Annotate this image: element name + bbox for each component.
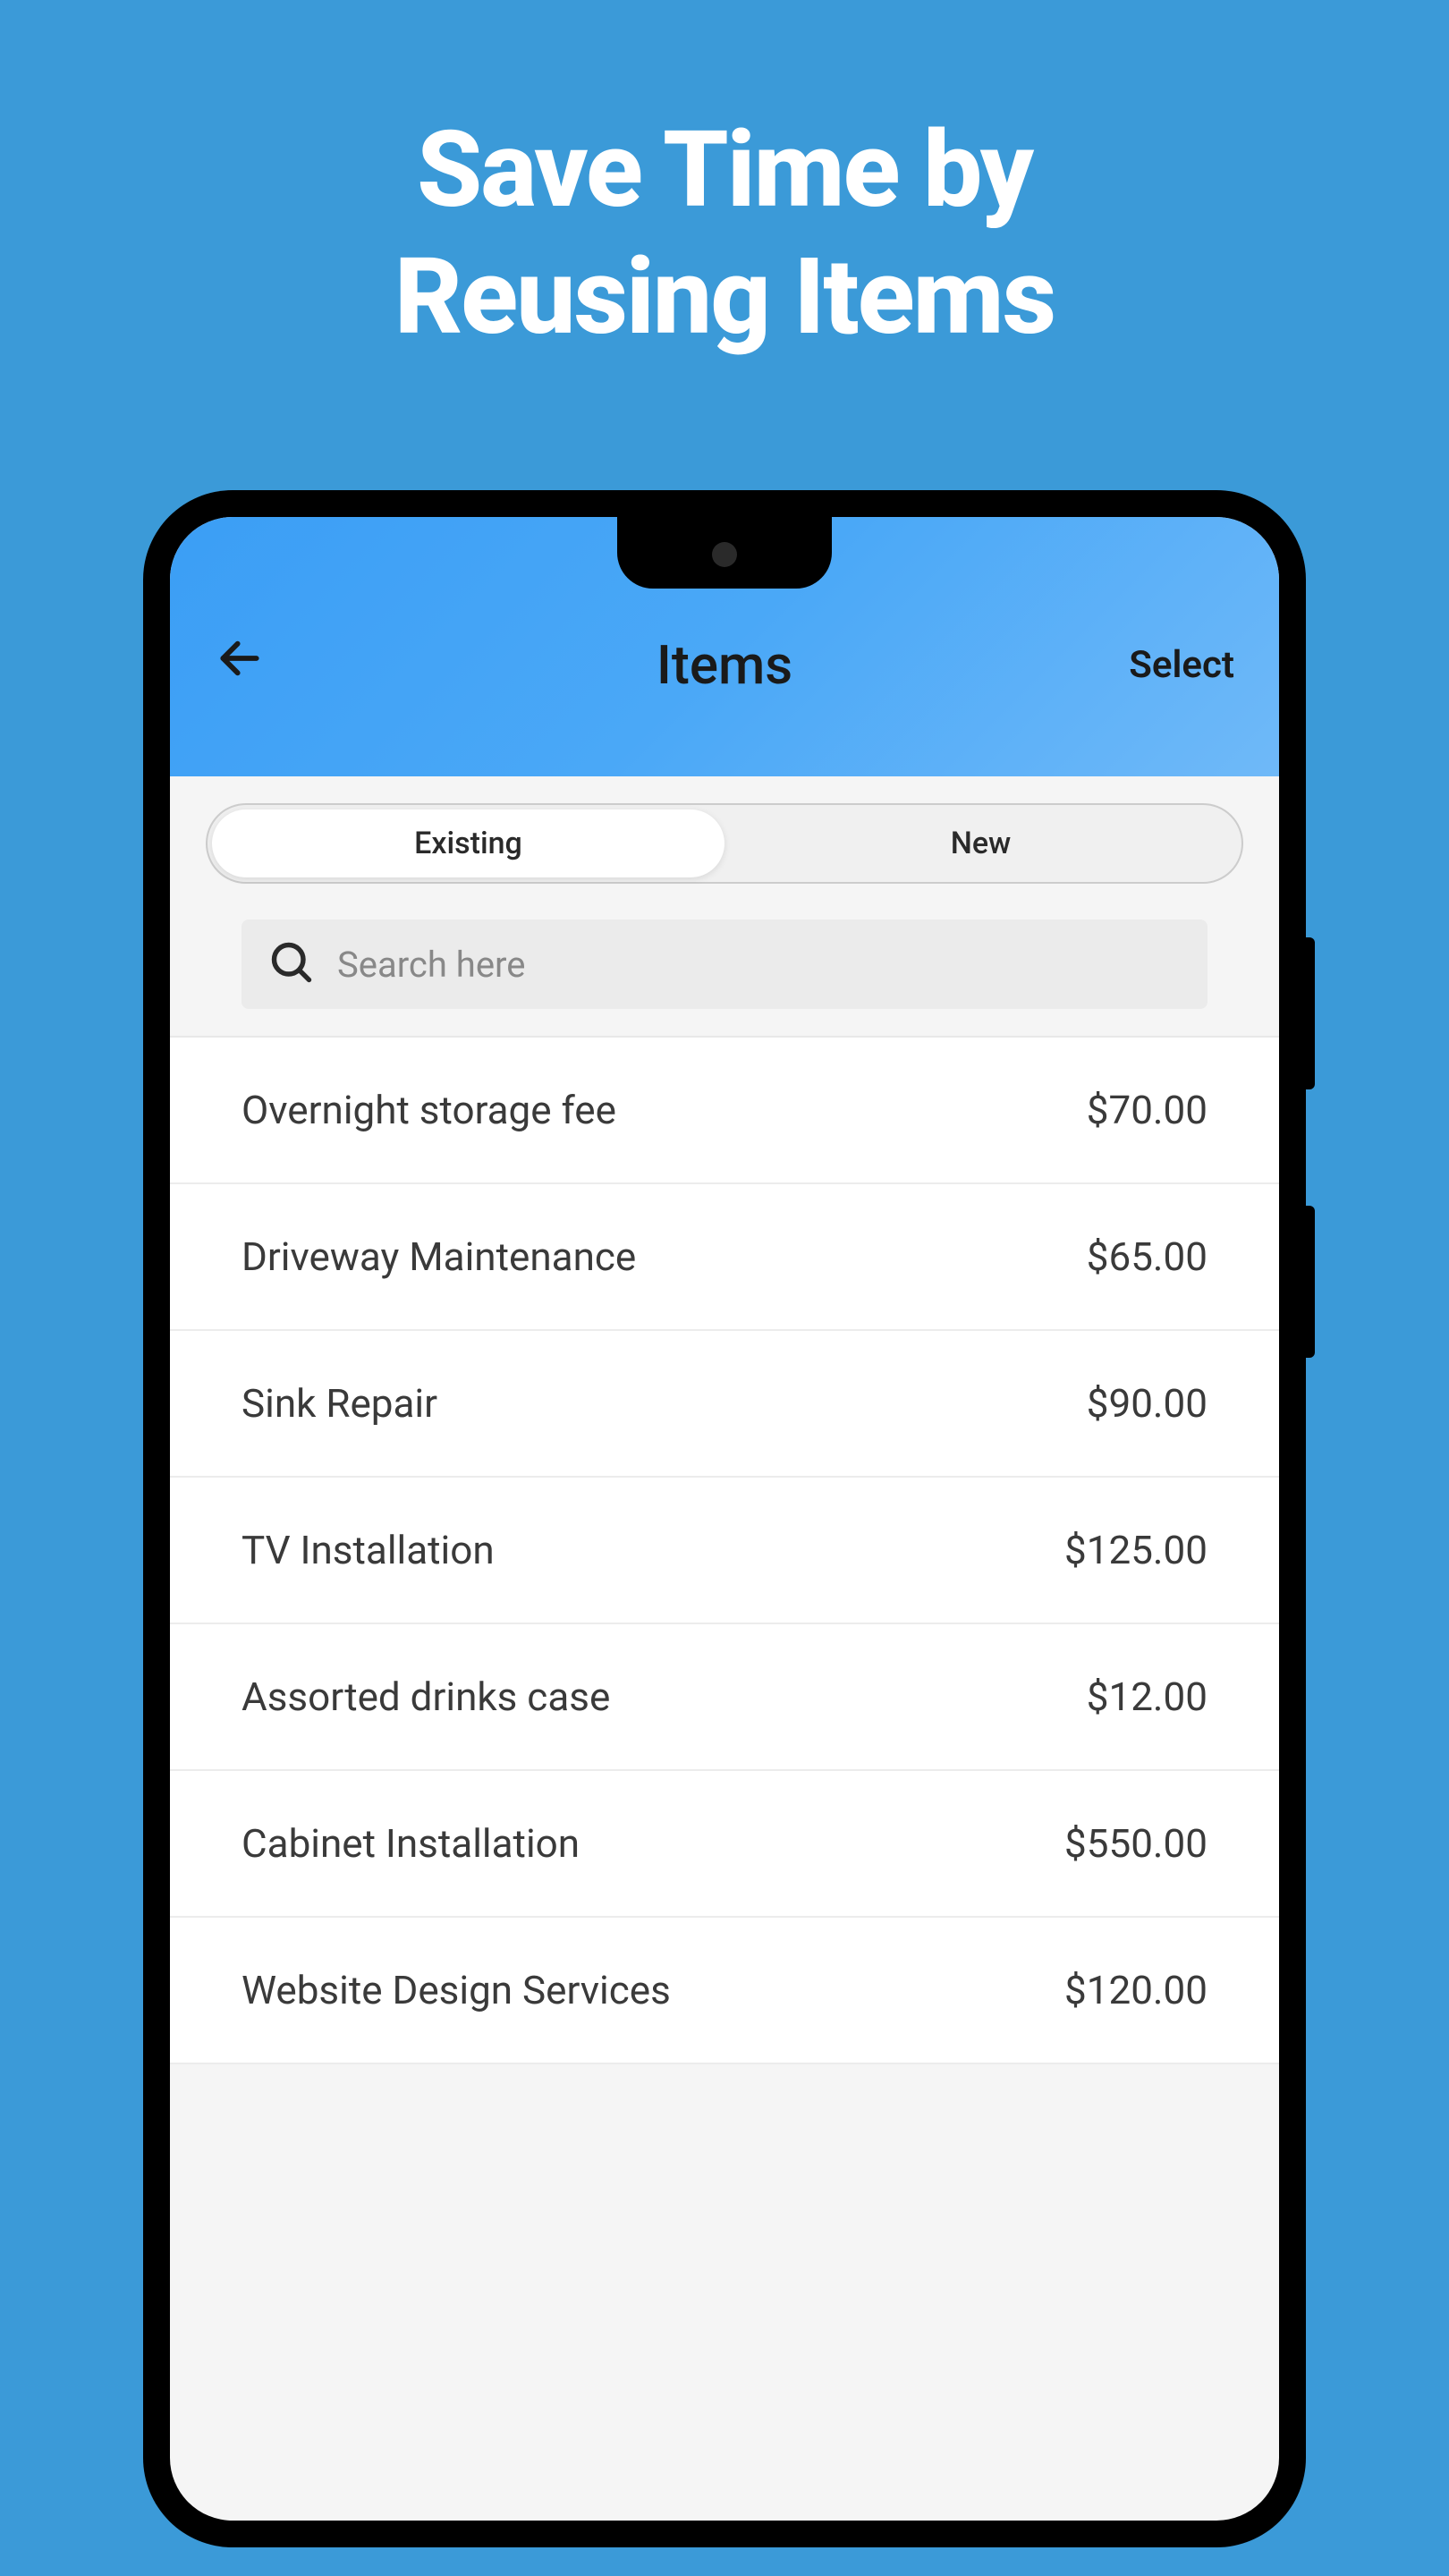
phone-notch [617, 517, 832, 589]
item-price: $125.00 [1064, 1527, 1208, 1573]
tab-container: Existing New [170, 776, 1279, 902]
phone-side-button-2 [1306, 1206, 1315, 1358]
list-item[interactable]: Driveway Maintenance $65.00 [170, 1184, 1279, 1331]
item-name: Website Design Services [242, 1967, 671, 2013]
item-price: $90.00 [1087, 1380, 1208, 1427]
search-icon [268, 939, 315, 989]
item-name: TV Installation [242, 1527, 495, 1573]
list-item[interactable]: Overnight storage fee $70.00 [170, 1038, 1279, 1184]
tab-new[interactable]: New [724, 809, 1237, 877]
items-list: Overnight storage fee $70.00 Driveway Ma… [170, 1036, 1279, 2064]
tab-existing[interactable]: Existing [212, 809, 724, 877]
hero-title: Save Time by Reusing Items [394, 107, 1055, 360]
phone-frame: Items Select Existing New O [143, 490, 1306, 2547]
item-price: $120.00 [1064, 1967, 1208, 2013]
item-price: $70.00 [1087, 1087, 1208, 1133]
back-button[interactable] [215, 633, 265, 697]
hero-title-line1: Save Time by [417, 108, 1032, 232]
hero-title-line2: Reusing Items [394, 235, 1055, 359]
list-item[interactable]: TV Installation $125.00 [170, 1478, 1279, 1624]
select-button[interactable]: Select [1129, 643, 1234, 687]
arrow-left-icon [215, 633, 265, 683]
phone-screen: Items Select Existing New O [170, 517, 1279, 2521]
item-price: $550.00 [1064, 1820, 1208, 1867]
search-container [170, 902, 1279, 1036]
item-name: Assorted drinks case [242, 1674, 610, 1720]
list-item[interactable]: Sink Repair $90.00 [170, 1331, 1279, 1478]
item-name: Overnight storage fee [242, 1087, 616, 1133]
list-item[interactable]: Assorted drinks case $12.00 [170, 1624, 1279, 1771]
search-input[interactable] [337, 944, 1181, 986]
item-price: $65.00 [1087, 1233, 1208, 1280]
search-box[interactable] [242, 919, 1208, 1009]
phone-side-button-1 [1306, 937, 1315, 1089]
list-item[interactable]: Website Design Services $120.00 [170, 1918, 1279, 2064]
item-name: Cabinet Installation [242, 1820, 580, 1867]
item-price: $12.00 [1087, 1674, 1208, 1720]
page-title: Items [657, 633, 792, 697]
item-name: Sink Repair [242, 1380, 437, 1427]
item-name: Driveway Maintenance [242, 1233, 636, 1280]
tab-switcher: Existing New [206, 803, 1243, 884]
list-item[interactable]: Cabinet Installation $550.00 [170, 1771, 1279, 1918]
